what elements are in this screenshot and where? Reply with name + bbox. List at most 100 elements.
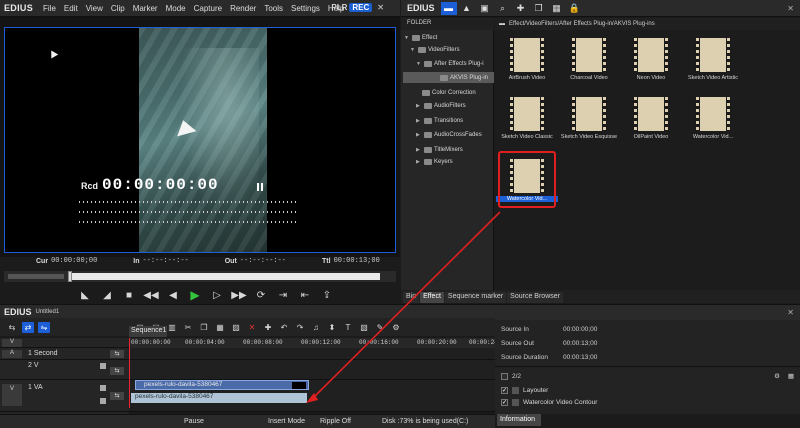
tree-item-color-correction[interactable]: Color Correction: [422, 87, 476, 98]
rewind-icon[interactable]: ◀◀: [142, 288, 160, 302]
effect-item[interactable]: Watercolor Vid...: [682, 95, 744, 153]
scrub-handle[interactable]: [68, 271, 72, 282]
tab-bin[interactable]: Bin: [403, 292, 420, 303]
tree-item-effect[interactable]: ▼ Effect: [404, 32, 437, 43]
menu-marker[interactable]: Marker: [129, 4, 162, 13]
expand-icon[interactable]: ▶: [416, 147, 422, 153]
delete-x-icon[interactable]: ✕: [246, 322, 258, 333]
effect-item[interactable]: AirBrush Video: [496, 36, 558, 94]
expand-icon[interactable]: ▶: [416, 159, 422, 165]
step-back-icon[interactable]: ◀: [164, 288, 182, 302]
undo-icon[interactable]: ↶: [278, 322, 290, 333]
export-icon[interactable]: ⇪: [318, 288, 336, 302]
menu-clip[interactable]: Clip: [107, 4, 129, 13]
time-ruler[interactable]: 00:00:00:00 00:00:04:00 00:00:08:00 00:0…: [129, 338, 509, 348]
tab-sequence-marker[interactable]: Sequence marker: [444, 292, 507, 303]
tab-effect[interactable]: Effect: [420, 292, 444, 303]
fast-forward-icon[interactable]: ▶▶: [230, 288, 248, 302]
tree-item-after-effects[interactable]: ▼ After Effects Plug-i: [416, 58, 484, 69]
save-icon[interactable]: ▥: [166, 322, 178, 333]
settings-icon[interactable]: ⚙: [390, 322, 402, 333]
add-marker-icon[interactable]: ✚: [262, 322, 274, 333]
layer-checkbox[interactable]: ✓: [501, 399, 508, 406]
effect-item[interactable]: OilPaint Video: [620, 95, 682, 153]
copy-icon[interactable]: ❐: [531, 2, 547, 15]
tree-item-audiocrossfades[interactable]: ▶ AudioCrossFades: [416, 129, 482, 140]
expand-icon[interactable]: ▶: [416, 103, 422, 109]
layer-settings-icon[interactable]: ⚙: [774, 372, 780, 380]
track-toggle-icon[interactable]: ⇆: [110, 350, 124, 358]
tree-item-audiofilters[interactable]: ▶ AudioFilters: [416, 100, 466, 111]
playhead[interactable]: [129, 338, 130, 408]
menu-render[interactable]: Render: [226, 4, 260, 13]
folder-icon[interactable]: ▬: [440, 1, 457, 15]
cut-icon[interactable]: ✂: [182, 322, 194, 333]
menu-edit[interactable]: Edit: [60, 4, 82, 13]
tree-item-akvis[interactable]: AKVIS Plug-in: [403, 72, 494, 83]
tab-information[interactable]: Information: [497, 414, 541, 426]
tree-item-transitions[interactable]: ▶ Transitions: [416, 115, 463, 126]
tree-item-keyers[interactable]: ▶ Keyers: [416, 156, 453, 167]
close-icon[interactable]: ✕: [787, 308, 794, 317]
close-icon[interactable]: ✕: [377, 3, 384, 12]
expand-icon[interactable]: ▶: [416, 118, 422, 124]
track-toggle-icon[interactable]: ⇆: [110, 392, 124, 400]
loop-icon[interactable]: ⟳: [252, 288, 270, 302]
expand-icon[interactable]: ▼: [416, 61, 422, 67]
visibility-icon[interactable]: [100, 363, 106, 369]
insert-icon[interactable]: ⇥: [274, 288, 292, 302]
snap-icon[interactable]: ⬍: [326, 322, 338, 333]
paste-icon[interactable]: ▦: [214, 322, 226, 333]
effect-item[interactable]: Charcoal Video: [558, 36, 620, 94]
track-header-2v[interactable]: 2 V ⇆: [0, 360, 129, 380]
set-out-icon[interactable]: ◢: [98, 288, 116, 302]
expand-icon[interactable]: ▶: [416, 132, 422, 138]
tab-source-browser[interactable]: Source Browser: [507, 292, 563, 303]
layer-delete-icon[interactable]: ▦: [788, 372, 794, 380]
search-icon[interactable]: ⌕: [495, 2, 511, 15]
view-mode-icon[interactable]: ▦: [549, 2, 565, 15]
audio-mute-icon[interactable]: [100, 398, 106, 404]
render-icon[interactable]: ▧: [358, 322, 370, 333]
title-icon[interactable]: T: [342, 322, 354, 333]
track-header-v[interactable]: V: [0, 338, 129, 348]
stop-icon[interactable]: ■: [120, 288, 138, 302]
track-lane[interactable]: [129, 360, 495, 380]
lock-icon[interactable]: 🔒: [567, 2, 583, 15]
effect-item[interactable]: Sketch Video Esquisse: [558, 95, 620, 153]
edit-icon[interactable]: ✎: [374, 322, 386, 333]
new-folder-icon[interactable]: ▣: [477, 2, 493, 15]
layer-item[interactable]: ✓ Watercolor Video Contour: [501, 399, 597, 406]
delete-icon[interactable]: ▨: [230, 322, 242, 333]
step-forward-icon[interactable]: ▷: [208, 288, 226, 302]
menu-settings[interactable]: Settings: [287, 4, 324, 13]
close-icon[interactable]: ✕: [787, 4, 794, 13]
mode-icon[interactable]: ⇆: [6, 322, 18, 333]
redo-icon[interactable]: ↷: [294, 322, 306, 333]
menu-view[interactable]: View: [82, 4, 107, 13]
player-mode-switch[interactable]: PLR REC ✕: [331, 3, 384, 12]
play-icon[interactable]: ▶: [186, 288, 204, 302]
layer-checkbox[interactable]: ✓: [501, 387, 508, 394]
menu-mode[interactable]: Mode: [162, 4, 190, 13]
scrub-track[interactable]: [68, 273, 380, 280]
select-all-checkbox[interactable]: [501, 372, 508, 380]
audio-clip[interactable]: pexels-rulo-davila-5380467: [131, 393, 307, 403]
tree-item-titlemixers[interactable]: ▶ TitleMixers: [416, 144, 463, 155]
track-toggle-icon[interactable]: ⇆: [110, 367, 124, 375]
plr-label[interactable]: PLR: [331, 3, 347, 12]
insert-mode-icon[interactable]: ⇄: [22, 321, 34, 333]
rec-label[interactable]: REC: [349, 3, 373, 12]
player-monitor[interactable]: Rcd 00:00:00:00: [4, 27, 396, 253]
track-header-a[interactable]: A 1 Second ⇆: [0, 348, 129, 360]
up-folder-icon[interactable]: ▲: [459, 2, 475, 15]
tab-sequence1[interactable]: Sequence1: [129, 326, 167, 337]
effect-item[interactable]: Sketch Video Artistic: [682, 36, 744, 94]
add-icon[interactable]: ✚: [513, 2, 529, 15]
track-header-1va[interactable]: V 1 VA ⇆: [0, 380, 129, 412]
sync-icon[interactable]: ⇋: [38, 321, 50, 333]
audio-icon[interactable]: ♫: [310, 322, 322, 333]
menu-capture[interactable]: Capture: [190, 4, 226, 13]
expand-icon[interactable]: ▼: [404, 35, 410, 41]
scrub-bar[interactable]: [4, 271, 396, 282]
